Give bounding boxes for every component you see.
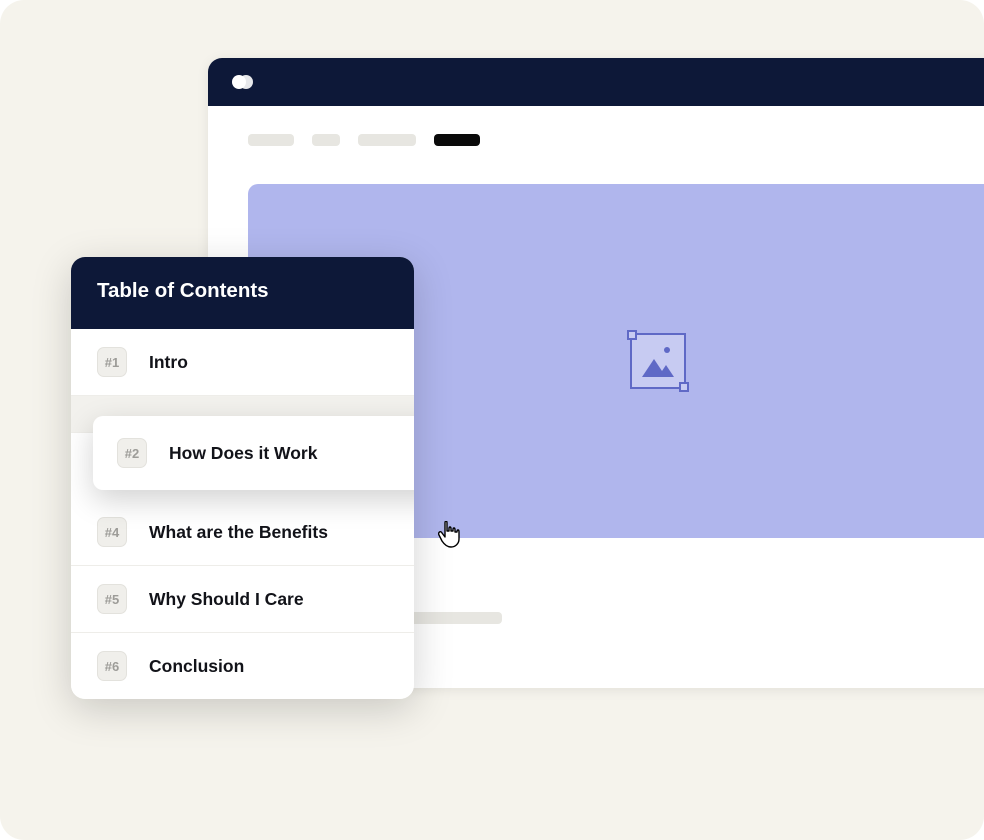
toc-item-label: Conclusion (149, 656, 244, 677)
toc-item-label: Why Should I Care (149, 589, 304, 610)
toc-item-number: #1 (97, 347, 127, 377)
toc-item-label: How Does it Work (169, 443, 317, 464)
toc-drag-gap: #2 How Does it Work #3 Where Do I Start (71, 396, 414, 499)
toc-item-why-should-i-care[interactable]: #5 Why Should I Care (71, 566, 414, 633)
tab-bar (208, 106, 984, 170)
app-logo-icon (232, 74, 256, 90)
toc-item-how-does-it-work[interactable]: #2 How Does it Work (93, 416, 414, 490)
toc-item-conclusion[interactable]: #6 Conclusion (71, 633, 414, 699)
toc-panel: Table of Contents #1 Intro #2 How Does i… (71, 257, 414, 699)
canvas: Table of Contents #1 Intro #2 How Does i… (0, 0, 984, 840)
image-icon (630, 333, 686, 389)
tab-placeholder[interactable] (358, 134, 416, 146)
tab-active[interactable] (434, 134, 480, 146)
toc-list: #1 Intro #2 How Does it Work #3 Where Do… (71, 329, 414, 699)
titlebar (208, 58, 984, 106)
toc-item-number: #6 (97, 651, 127, 681)
toc-item-label: Intro (149, 352, 188, 373)
tab-placeholder[interactable] (248, 134, 294, 146)
toc-item-label: What are the Benefits (149, 522, 328, 543)
tab-placeholder[interactable] (312, 134, 340, 146)
toc-item-what-are-the-benefits[interactable]: #4 What are the Benefits (71, 499, 414, 566)
toc-item-number: #4 (97, 517, 127, 547)
toc-item-number: #2 (117, 438, 147, 468)
toc-item-number: #5 (97, 584, 127, 614)
toc-header: Table of Contents (71, 257, 414, 329)
toc-item-intro[interactable]: #1 Intro (71, 329, 414, 396)
